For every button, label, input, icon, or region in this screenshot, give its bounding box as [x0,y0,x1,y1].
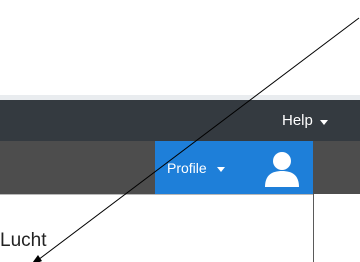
content-area [0,194,360,262]
caret-down-icon [319,119,328,125]
content-border [0,194,314,195]
help-menu[interactable]: Help [282,110,328,132]
content-text: Lucht [0,230,47,251]
caret-down-icon [216,166,225,172]
profile-menu[interactable]: Profile [167,160,225,176]
content-divider [313,194,314,262]
user-avatar-icon[interactable] [262,150,302,188]
help-label: Help [282,112,313,129]
top-whitespace [0,0,360,95]
profile-label: Profile [167,160,207,176]
